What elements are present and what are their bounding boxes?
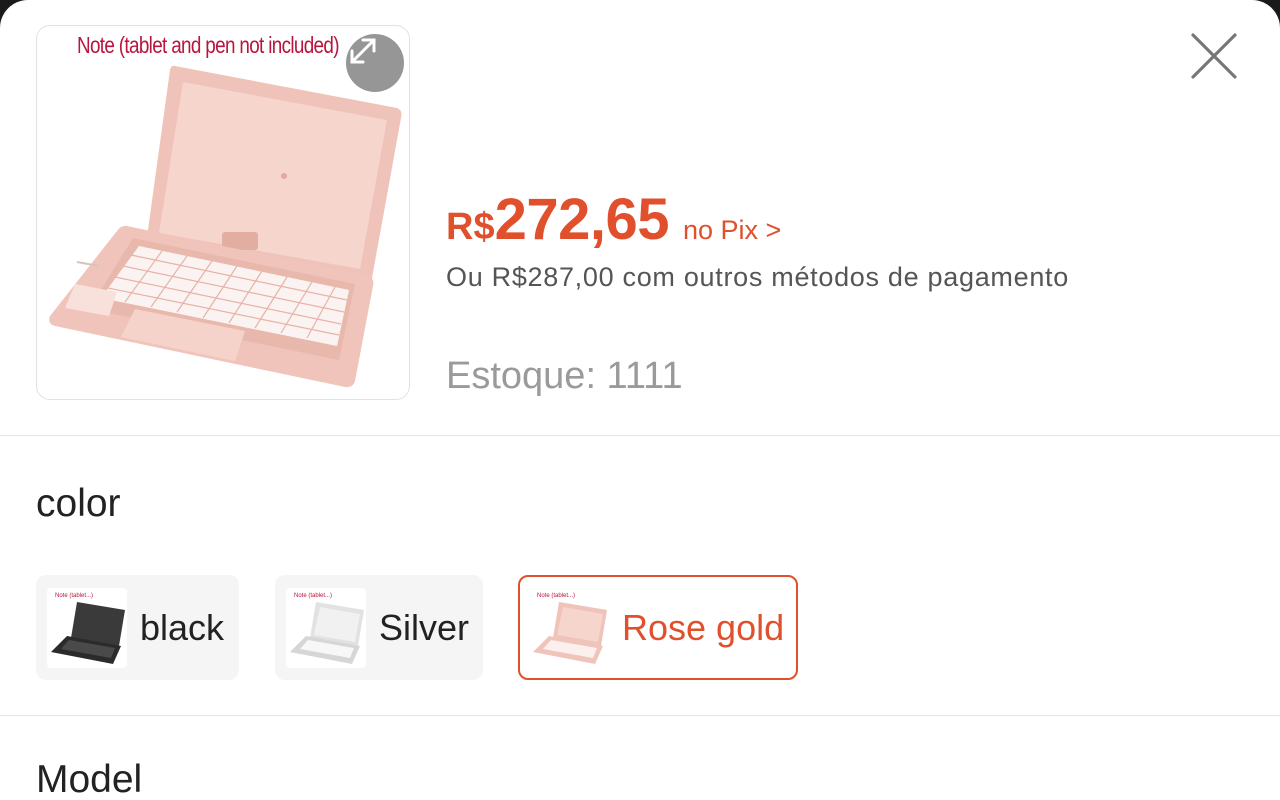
laptop-thumbnail-icon	[290, 601, 364, 664]
divider	[0, 435, 1280, 436]
color-option-label: Rose gold	[622, 606, 785, 648]
price: R$ 272,65 no Pix >	[446, 186, 781, 253]
color-option-label: black	[140, 606, 225, 648]
price-amount: 272,65	[494, 187, 670, 252]
close-icon	[1191, 33, 1237, 79]
color-option-label: Silver	[379, 606, 470, 648]
color-option-black[interactable]: Note (tablet...) black	[36, 575, 239, 680]
pix-payment-link[interactable]: no Pix >	[683, 215, 781, 246]
color-option-thumbnail: Note (tablet...)	[47, 587, 127, 668]
color-section-title: color	[36, 482, 121, 525]
product-image-note: Note (tablet and pen not included)	[77, 32, 340, 58]
color-option-rose-gold[interactable]: Note (tablet...) Rose gold	[518, 575, 798, 680]
product-image[interactable]: Note (tablet and pen not included)	[36, 25, 410, 400]
model-section-title: Model	[36, 758, 143, 800]
expand-image-button[interactable]	[346, 34, 404, 92]
close-button[interactable]	[1186, 28, 1242, 84]
laptop-thumbnail-icon	[51, 601, 125, 664]
color-option-thumbnail: Note (tablet...)	[286, 587, 366, 668]
color-option-thumbnail: Note (tablet...)	[529, 587, 609, 668]
stock-count: Estoque: 1111	[446, 355, 683, 397]
price-currency: R$	[446, 206, 495, 248]
sku-selector-sheet: Note (tablet and pen not included) R$ 27…	[0, 0, 1280, 800]
laptop-thumbnail-icon	[533, 601, 607, 664]
alternate-price-text: Ou R$287,00 com outros métodos de pagame…	[446, 262, 1069, 292]
color-option-silver[interactable]: Note (tablet...) Silver	[275, 575, 483, 680]
expand-icon	[350, 38, 376, 64]
divider	[0, 715, 1280, 716]
